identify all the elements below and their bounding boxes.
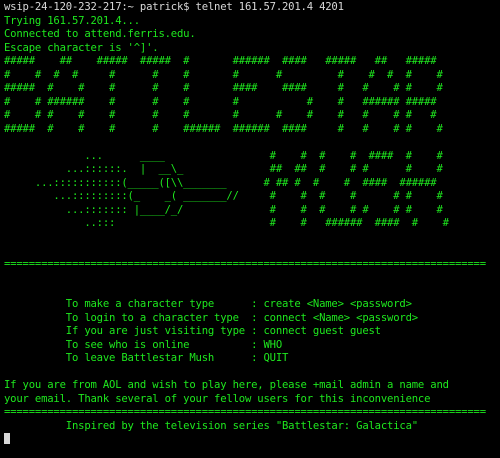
divider-line: ========================================… (4, 406, 486, 418)
ascii-art-line: ...::::::: |____/_/ # # # # # # # # (4, 203, 443, 216)
ascii-banner-line: # # # # # # # # # # # # # # (4, 68, 443, 81)
ascii-art-line: ...::::::. | __\_ ## ## # # # # # (4, 163, 443, 175)
notice-line: your email. Thank several of your fellow… (4, 392, 431, 405)
instruction-line: If you are just visiting type : connect … (4, 325, 381, 337)
ascii-banner-line: ##### ## ##### ##### # ###### #### #####… (4, 55, 437, 67)
instruction-line: To see who is online : WHO (4, 338, 283, 351)
ascii-banner-line: # # # # # # # # # # # # # # # (4, 109, 437, 121)
terminal-line: Connected to attend.ferris.edu. (4, 28, 196, 40)
ascii-art-line: ...:::::::::::(_____([\\_______ # ## # #… (4, 176, 437, 189)
ascii-art-line: ..::: # # ###### #### # # (4, 217, 449, 229)
credit-line: Inspired by the television series "Battl… (4, 419, 418, 432)
terminal-line: Escape character is '^]'. (4, 41, 159, 54)
notice-line: If you are from AOL and wish to play her… (4, 379, 449, 391)
ascii-art-line: ... ____ # # # # #### # # (4, 149, 443, 162)
terminal-window[interactable]: wsip-24-120-232-217:~ patrick$ telnet 16… (0, 0, 500, 458)
instruction-line: To leave Battlestar Mush : QUIT (4, 352, 289, 364)
ascii-art-line: ...:::::::::(_ _( _______// # # # # # # … (4, 190, 443, 202)
ascii-banner-line: ##### # # # # # #### #### # # # # # (4, 82, 443, 94)
terminal-line: wsip-24-120-232-217:~ patrick$ telnet 16… (4, 1, 344, 13)
divider-line: ========================================… (4, 257, 486, 270)
ascii-banner-line: # # ###### # # # # # # ###### ##### (4, 95, 437, 108)
terminal-line: Trying 161.57.201.4... (4, 14, 140, 27)
ascii-banner-line: ##### # # # # ###### ###### #### # # # #… (4, 122, 443, 135)
text-cursor (4, 433, 10, 444)
input-line[interactable] (4, 433, 500, 447)
instruction-line: To make a character type : create <Name>… (4, 298, 412, 310)
instruction-line: To login to a character type : connect <… (4, 311, 418, 324)
